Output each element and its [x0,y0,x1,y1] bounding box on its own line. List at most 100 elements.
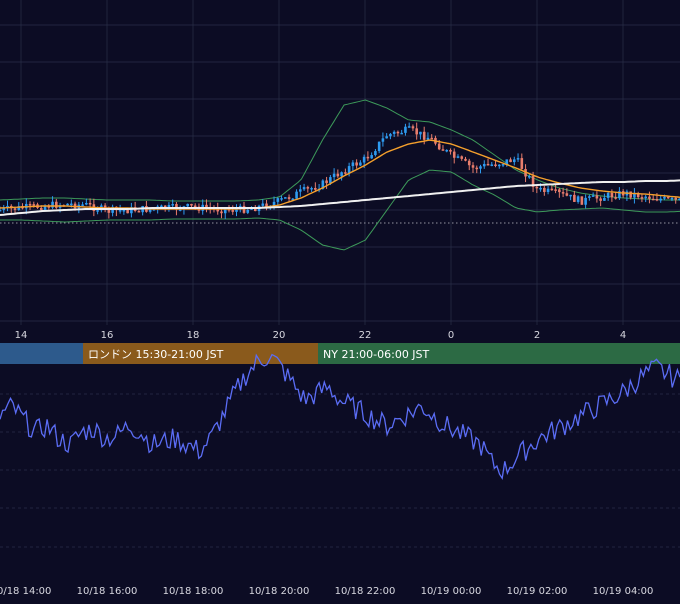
candle-body-163 [610,192,614,198]
candle-body-152 [569,194,572,197]
candle-body-148 [554,189,557,191]
candle-body-141 [528,176,531,178]
candle-body-9 [32,204,36,206]
oscillator-x-tick-label: 10/19 00:00 [421,586,482,597]
candle-body-15 [55,201,58,208]
candle-body-150 [561,192,565,194]
candle-body-26 [96,210,99,212]
candle-body-105 [392,131,396,134]
chart-background [0,0,680,600]
candle-body-126 [471,165,475,168]
candle-body-136 [509,159,512,163]
candle-body-179 [670,197,674,200]
candle-body-80 [299,189,302,192]
candle-body-82 [306,187,310,189]
candle-body-96 [359,162,362,166]
price-x-tick-label: 16 [101,330,114,341]
candle-body-122 [456,156,460,158]
price-x-tick-label: 18 [187,330,200,341]
candle-body-146 [546,188,550,192]
session-bar: ロンドン 15:30-21:00 JST NY 21:00-06:00 JST [0,343,680,364]
candle-body-164 [614,197,617,199]
candle-body-118 [441,149,445,151]
candle-body-119 [445,149,449,152]
candle-body-110 [411,126,415,129]
candle-body-172 [644,196,647,199]
candle-body-95 [355,162,358,166]
candle-body-63 [235,209,238,212]
candle-body-154 [576,196,580,202]
candle-body-77 [287,197,291,199]
candle-body-93 [347,166,351,173]
candle-body-157 [588,196,591,198]
price-x-tick-label: 4 [620,330,626,341]
candle-body-23 [85,202,88,205]
candle-body-131 [490,164,494,166]
candle-body-162 [606,192,610,198]
candle-body-99 [370,155,373,159]
candle-body-145 [543,187,546,192]
candle-body-79 [295,191,298,199]
candle-body-160 [599,198,602,201]
candle-body-125 [467,160,471,166]
price-x-tick-label: 20 [273,330,286,341]
candle-body-74 [276,198,280,202]
oscillator-x-tick-label: 10/18 20:00 [249,586,310,597]
candle-body-149 [558,189,561,193]
candle-body-103 [385,136,388,139]
candle-body-70 [261,203,265,206]
candle-body-161 [603,197,606,201]
candle-body-108 [404,126,407,133]
candle-body-14 [51,201,54,208]
candle-body-75 [280,198,283,200]
candle-body-106 [396,131,400,134]
oscillator-x-tick-label: 10/18 16:00 [77,586,138,597]
candle-body-91 [340,172,343,177]
candle-body-132 [494,164,497,167]
candle-body-59 [220,211,223,214]
candle-body-128 [479,166,482,169]
oscillator-x-tick-label: 10/18 18:00 [163,586,224,597]
candle-body-87 [325,180,328,184]
candle-body-178 [666,196,670,199]
candle-body-18 [66,203,69,206]
candle-body-51 [190,203,193,206]
candle-body-24 [88,202,92,205]
candle-body-113 [422,131,426,140]
candle-body-107 [400,132,403,135]
candle-body-50 [186,203,189,207]
candle-body-109 [407,126,411,128]
candle-body-115 [430,137,434,140]
candle-body-117 [437,143,441,150]
candle-body-124 [464,158,467,161]
candle-body-66 [246,209,250,213]
candle-body-88 [329,177,332,184]
candle-body-89 [332,173,336,178]
candle-body-8 [28,203,32,206]
oscillator-x-tick-label: 10/18 22:00 [335,586,396,597]
session-label-1: ロンドン 15:30-21:00 JST [88,348,224,361]
candle-body-101 [377,141,381,152]
candle-body-92 [344,172,347,174]
candle-body-19 [70,203,73,206]
candle-body-153 [573,194,576,202]
price-x-tick-label: 2 [534,330,540,341]
candle-body-156 [584,197,587,205]
candle-body-121 [452,151,456,158]
oscillator-x-tick-label: 10/19 02:00 [507,586,568,597]
candle-body-134 [501,164,505,166]
candle-body-168 [629,191,632,198]
price-x-tick-label: 14 [15,330,28,341]
candle-body-104 [389,133,392,137]
candle-body-158 [591,195,595,197]
candle-body-138 [516,158,520,160]
candle-body-147 [550,188,554,191]
candle-body-144 [539,187,542,190]
chart-svg: 14 16 18 20 22 0 2 4 ロンドン 15:30-21:00 JST NY 21:… [0,0,680,600]
candle-body-130 [486,163,490,166]
candle-body-32 [118,210,122,212]
candle-body-34 [126,209,129,214]
candle-body-43 [160,205,163,208]
candle-body-0 [0,209,2,212]
candle-body-177 [663,196,666,199]
